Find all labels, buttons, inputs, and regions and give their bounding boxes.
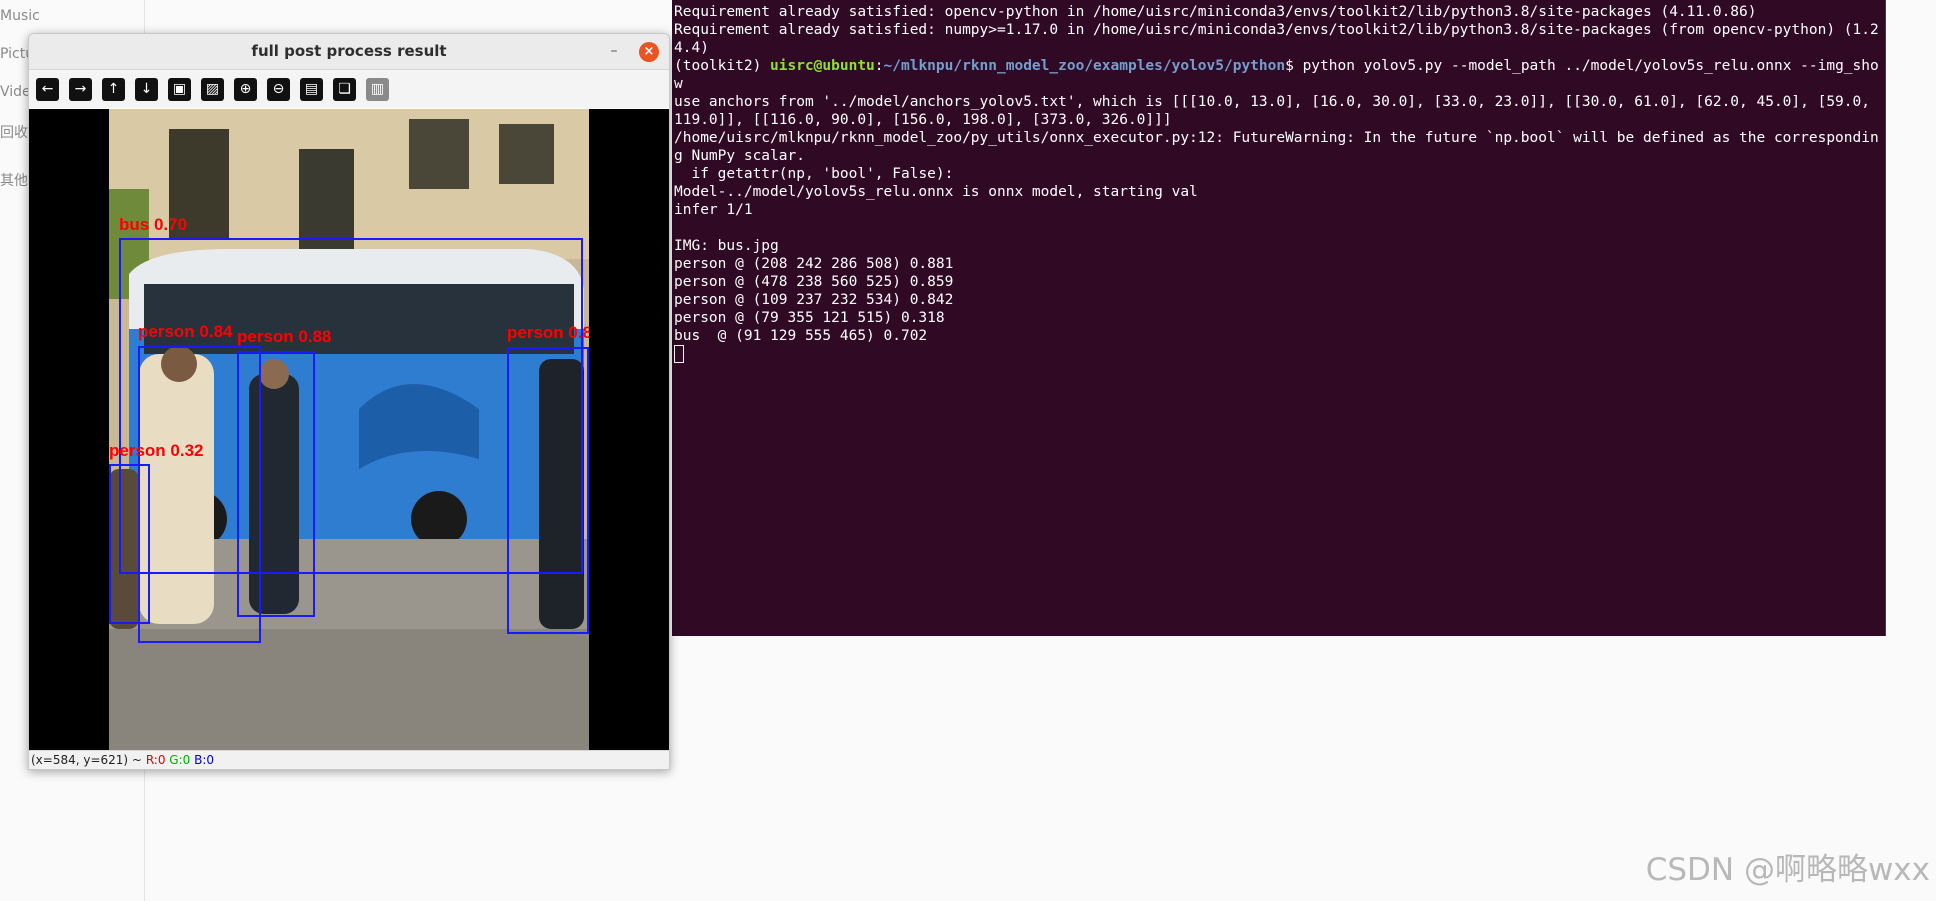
image-canvas[interactable]: bus 0.70 person 0.84 person 0.88 person … (29, 109, 669, 750)
cursor-coordinates: (x=584, y=621) ~ (31, 753, 142, 767)
sidebar-item-other[interactable]: 其他 (0, 170, 28, 190)
window-titlebar[interactable]: full post process result – × (29, 34, 669, 70)
terminal-line: Requirement already satisfied: numpy>=1.… (674, 22, 1879, 56)
terminal-line: infer 1/1 (674, 202, 753, 218)
terminal-output: Requirement already satisfied: opencv-py… (674, 3, 1880, 363)
zoom-in-icon[interactable]: ⊕ (234, 78, 257, 101)
terminal-line: IMG: bus.jpg (674, 238, 779, 254)
pan-right-icon[interactable]: → (69, 78, 92, 101)
properties-icon[interactable]: ▥ (366, 78, 389, 101)
zoom-out-icon[interactable]: ⊖ (267, 78, 290, 101)
terminal-line: person @ (208 242 286 508) 0.881 (674, 256, 954, 272)
green-value: G:0 (169, 753, 191, 767)
terminal-line: Model-../model/yolov5s_relu.onnx is onnx… (674, 184, 1198, 200)
save-icon[interactable]: ▤ (300, 78, 323, 101)
terminal-window[interactable]: Requirement already satisfied: opencv-py… (672, 0, 1886, 636)
zoom-original-icon[interactable]: ▨ (201, 78, 224, 101)
pan-down-icon[interactable]: ↓ (135, 78, 158, 101)
copy-icon[interactable]: ❏ (333, 78, 356, 101)
sidebar-item-music[interactable]: Music (0, 8, 40, 24)
terminal-line: Requirement already satisfied: opencv-py… (674, 4, 1757, 20)
pan-up-icon[interactable]: ↑ (102, 78, 125, 101)
detection-label-person: person 0.86 (507, 323, 589, 342)
prompt-dollar: $ (1285, 58, 1303, 74)
pan-left-icon[interactable]: ← (36, 78, 59, 101)
prompt-separator: : (874, 58, 884, 74)
terminal-line: person @ (109 237 232 534) 0.842 (674, 292, 954, 308)
detection-image: bus 0.70 person 0.84 person 0.88 person … (109, 109, 589, 750)
detection-box-person (109, 464, 150, 624)
viewer-toolbar: ← → ↑ ↓ ▣ ▨ ⊕ ⊖ ▤ ❏ ▥ (29, 70, 669, 108)
detection-box-person (237, 351, 315, 617)
prompt-path: ~/mlknpu/rknn_model_zoo/examples/yolov5/… (883, 58, 1286, 74)
detection-label-person: person 0.32 (109, 441, 204, 460)
red-value: R:0 (145, 753, 166, 767)
terminal-line: bus @ (91 129 555 465) 0.702 (674, 328, 928, 344)
prompt-env: (toolkit2) (674, 58, 771, 74)
detection-label-person: person 0.88 (237, 327, 332, 346)
terminal-line: person @ (79 355 121 515) 0.318 (674, 310, 945, 326)
zoom-fit-icon[interactable]: ▣ (168, 78, 191, 101)
detection-label-bus: bus 0.70 (119, 215, 188, 234)
terminal-line: /home/uisrc/mlknpu/rknn_model_zoo/py_uti… (674, 130, 1879, 164)
terminal-line: if getattr(np, 'bool', False): (674, 166, 954, 182)
image-viewer-window[interactable]: full post process result – × ← → ↑ ↓ ▣ ▨… (28, 33, 670, 770)
sidebar-item-trash[interactable]: 回收 (0, 122, 28, 142)
terminal-line: use anchors from '../model/anchors_yolov… (674, 94, 1879, 128)
terminal-cursor (674, 345, 684, 363)
prompt-user: uisrc@ubuntu (770, 58, 875, 74)
terminal-line: person @ (478 238 560 525) 0.859 (674, 274, 954, 290)
window-title: full post process result (251, 42, 447, 60)
viewer-statusbar: (x=584, y=621) ~ R:0 G:0 B:0 (29, 750, 669, 769)
close-button[interactable]: × (639, 42, 659, 62)
detection-label-person: person 0.84 (138, 322, 233, 341)
watermark: CSDN @啊略略wxx (1645, 852, 1930, 888)
detection-box-person (507, 347, 589, 634)
blue-value: B:0 (194, 753, 215, 767)
minimize-button[interactable]: – (604, 41, 624, 61)
